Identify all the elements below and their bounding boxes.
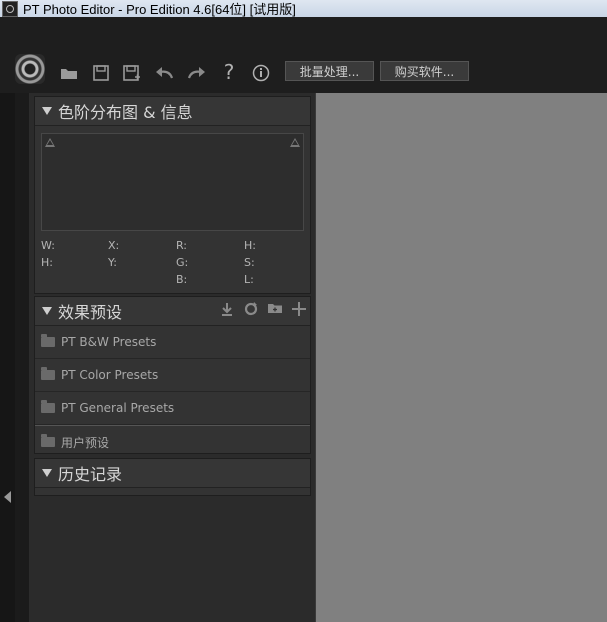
info-r: R:	[176, 239, 188, 252]
app-icon	[2, 0, 18, 17]
history-header[interactable]: 历史记录	[35, 459, 310, 488]
panel-divider	[15, 93, 30, 622]
save-icon[interactable]	[90, 62, 112, 84]
expand-triangle-icon[interactable]	[42, 107, 52, 115]
preset-folder-label: PT Color Presets	[61, 368, 159, 382]
info-h-height: H:	[41, 256, 53, 269]
info-w: W:	[41, 239, 55, 252]
batch-process-button[interactable]: 批量处理...	[285, 61, 374, 81]
add-preset-icon[interactable]	[290, 302, 308, 320]
collapse-left-icon[interactable]	[4, 491, 11, 503]
open-folder-icon[interactable]	[58, 62, 80, 84]
info-h-hue: H:	[244, 239, 256, 252]
window-titlebar: PT Photo Editor - Pro Edition 4.6[64位] […	[0, 0, 607, 18]
save-as-icon[interactable]	[121, 62, 143, 84]
expand-triangle-icon[interactable]	[42, 469, 52, 477]
left-collapse-strip[interactable]	[0, 93, 15, 622]
highlight-clip-warning-icon[interactable]	[290, 138, 300, 147]
presets-section: 效果预设 PT B&W Presets PT Color Presets PT …	[34, 296, 311, 459]
expand-triangle-icon[interactable]	[42, 307, 52, 315]
preset-folder-bw[interactable]: PT B&W Presets	[35, 326, 310, 359]
import-preset-icon[interactable]	[218, 302, 236, 320]
refresh-presets-icon[interactable]	[242, 302, 260, 320]
preset-actions	[218, 302, 308, 320]
preset-folder-color[interactable]: PT Color Presets	[35, 359, 310, 392]
info-y: Y:	[108, 256, 117, 269]
info-g: G:	[176, 256, 189, 269]
help-icon[interactable]: ?	[218, 60, 240, 84]
histogram-section: 色阶分布图 & 信息 W: X: R: H: H: Y: G: S: B: L:	[34, 96, 311, 294]
info-icon[interactable]	[250, 62, 272, 84]
histogram-title: 色阶分布图 & 信息	[58, 103, 193, 122]
presets-header[interactable]: 效果预设	[35, 297, 310, 326]
app-logo-icon[interactable]	[15, 54, 45, 84]
info-b: B:	[176, 273, 188, 286]
toolbar: ? 批量处理... 购买软件...	[0, 17, 607, 93]
history-title: 历史记录	[58, 465, 123, 484]
folder-icon	[41, 400, 55, 413]
histogram-header[interactable]: 色阶分布图 & 信息	[35, 97, 310, 126]
side-panel: 色阶分布图 & 信息 W: X: R: H: H: Y: G: S: B: L:…	[30, 93, 315, 622]
folder-icon	[41, 334, 55, 347]
undo-icon[interactable]	[153, 62, 175, 84]
preset-folder-label: PT General Presets	[61, 401, 175, 415]
presets-title: 效果预设	[58, 303, 123, 322]
buy-software-button[interactable]: 购买软件...	[380, 61, 469, 81]
preset-folder-user[interactable]: 用户预设	[35, 425, 310, 459]
preset-folder-general[interactable]: PT General Presets	[35, 392, 310, 425]
folder-icon	[41, 367, 55, 380]
preset-folder-label: PT B&W Presets	[61, 335, 157, 349]
window-title: PT Photo Editor - Pro Edition 4.6[64位] […	[23, 2, 296, 17]
histogram-view	[41, 133, 304, 231]
preset-folder-label: 用户预设	[61, 435, 110, 450]
shadow-clip-warning-icon[interactable]	[45, 138, 55, 147]
redo-icon[interactable]	[186, 62, 208, 84]
new-folder-icon[interactable]	[266, 302, 284, 320]
folder-icon	[41, 434, 55, 447]
info-s: S:	[244, 256, 255, 269]
history-section: 历史记录	[34, 458, 311, 496]
image-canvas[interactable]	[315, 93, 607, 622]
info-l: L:	[244, 273, 254, 286]
info-x: X:	[108, 239, 120, 252]
